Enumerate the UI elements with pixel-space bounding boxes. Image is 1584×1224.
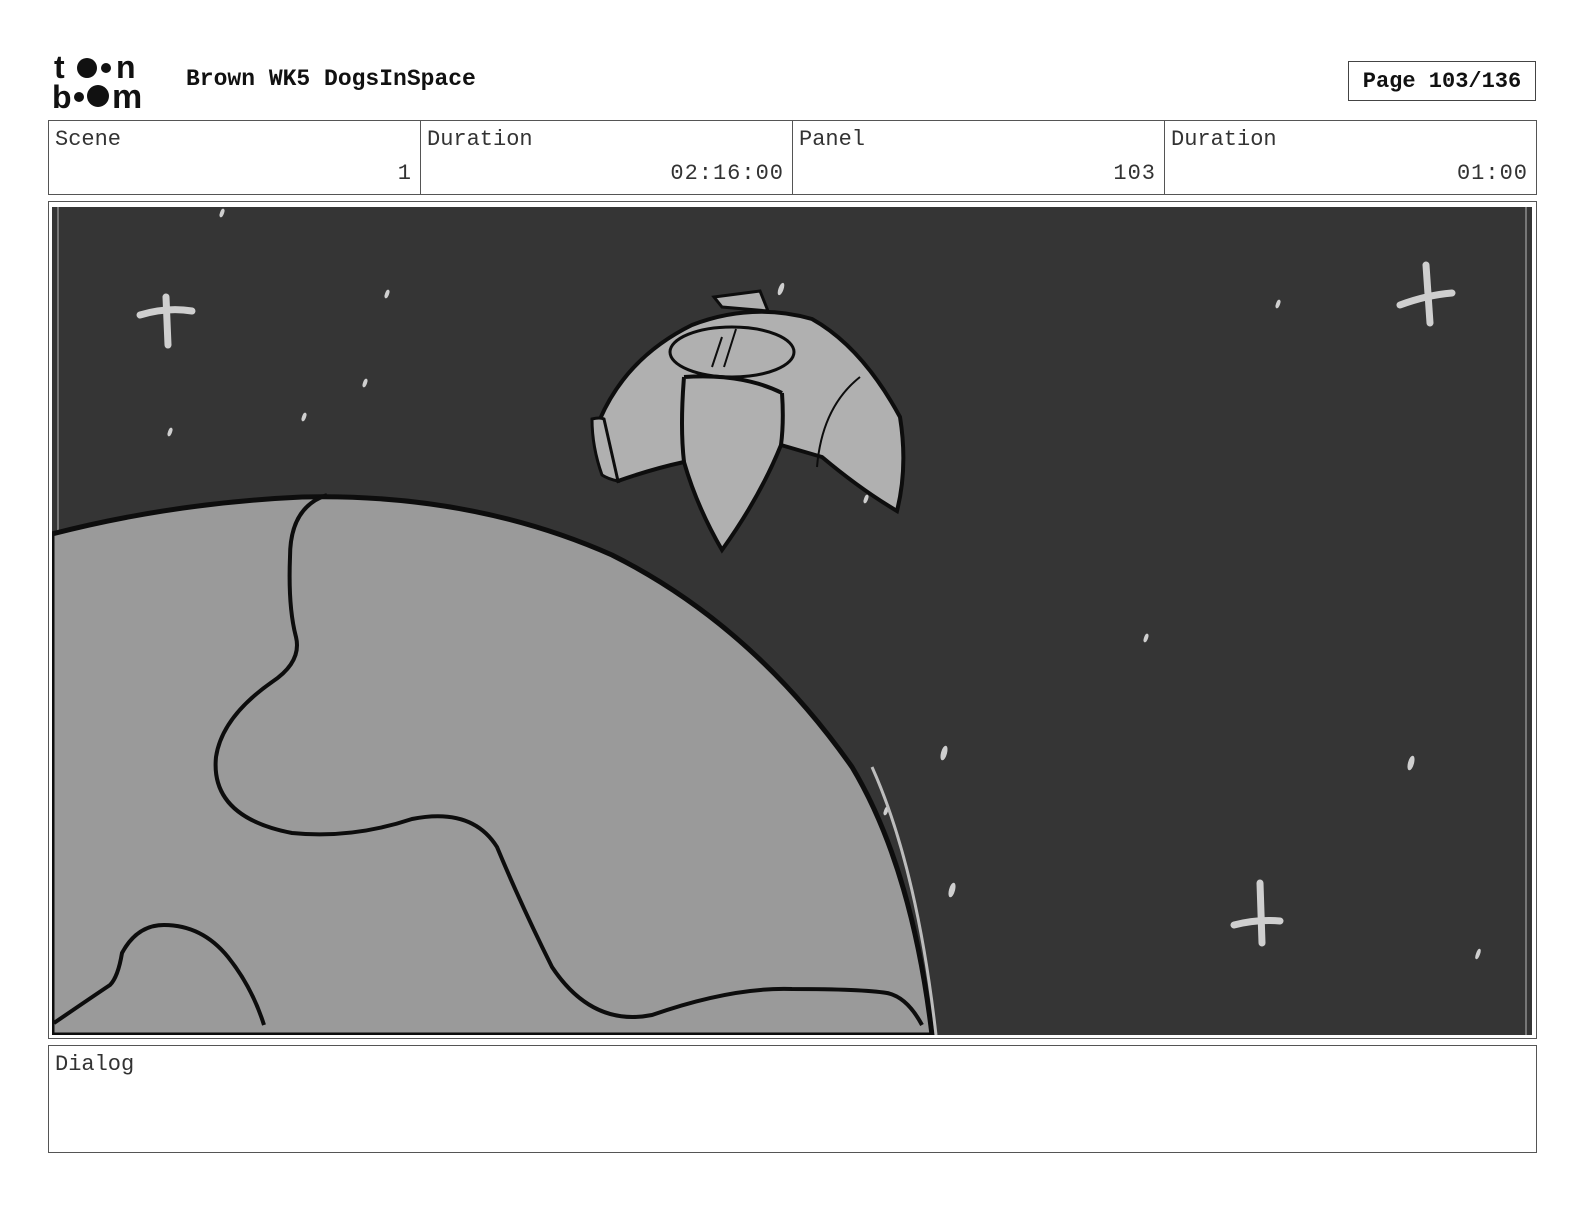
panel-label: Panel <box>799 127 866 152</box>
toonboom-logo: t n b m <box>52 49 164 116</box>
panel-value: 103 <box>1113 161 1156 186</box>
logo-dot-large-2 <box>87 85 109 107</box>
panel-duration-label: Duration <box>1171 127 1277 152</box>
dialog-label: Dialog <box>55 1052 135 1077</box>
scene-duration-label: Duration <box>427 127 533 152</box>
scene-label: Scene <box>55 127 122 152</box>
logo-letter-m: m <box>112 78 142 112</box>
panel-duration-cell: Duration 01:00 <box>1165 121 1536 194</box>
project-title: Brown WK5 DogsInSpace <box>186 66 476 92</box>
logo-dot-small <box>101 63 111 73</box>
scene-cell: Scene 1 <box>49 121 421 194</box>
toonboom-logo-icon: t n b m <box>52 49 142 116</box>
storyboard-panel-image <box>52 207 1532 1035</box>
scene-duration-value: 02:16:00 <box>670 161 784 186</box>
scene-duration-cell: Duration 02:16:00 <box>421 121 793 194</box>
dialog-box: Dialog <box>48 1045 1537 1153</box>
panel-info-table: Scene 1 Duration 02:16:00 Panel 103 Dura… <box>48 120 1537 195</box>
spaceship-cockpit-window <box>668 325 796 379</box>
panel-cell: Panel 103 <box>793 121 1165 194</box>
panel-duration-value: 01:00 <box>1456 161 1528 186</box>
scene-value: 1 <box>397 161 412 186</box>
logo-dot-small-2 <box>74 92 84 102</box>
logo-dot-large <box>77 58 97 78</box>
page-indicator: Page 103/136 <box>1348 61 1536 101</box>
logo-letter-b: b <box>52 79 72 112</box>
